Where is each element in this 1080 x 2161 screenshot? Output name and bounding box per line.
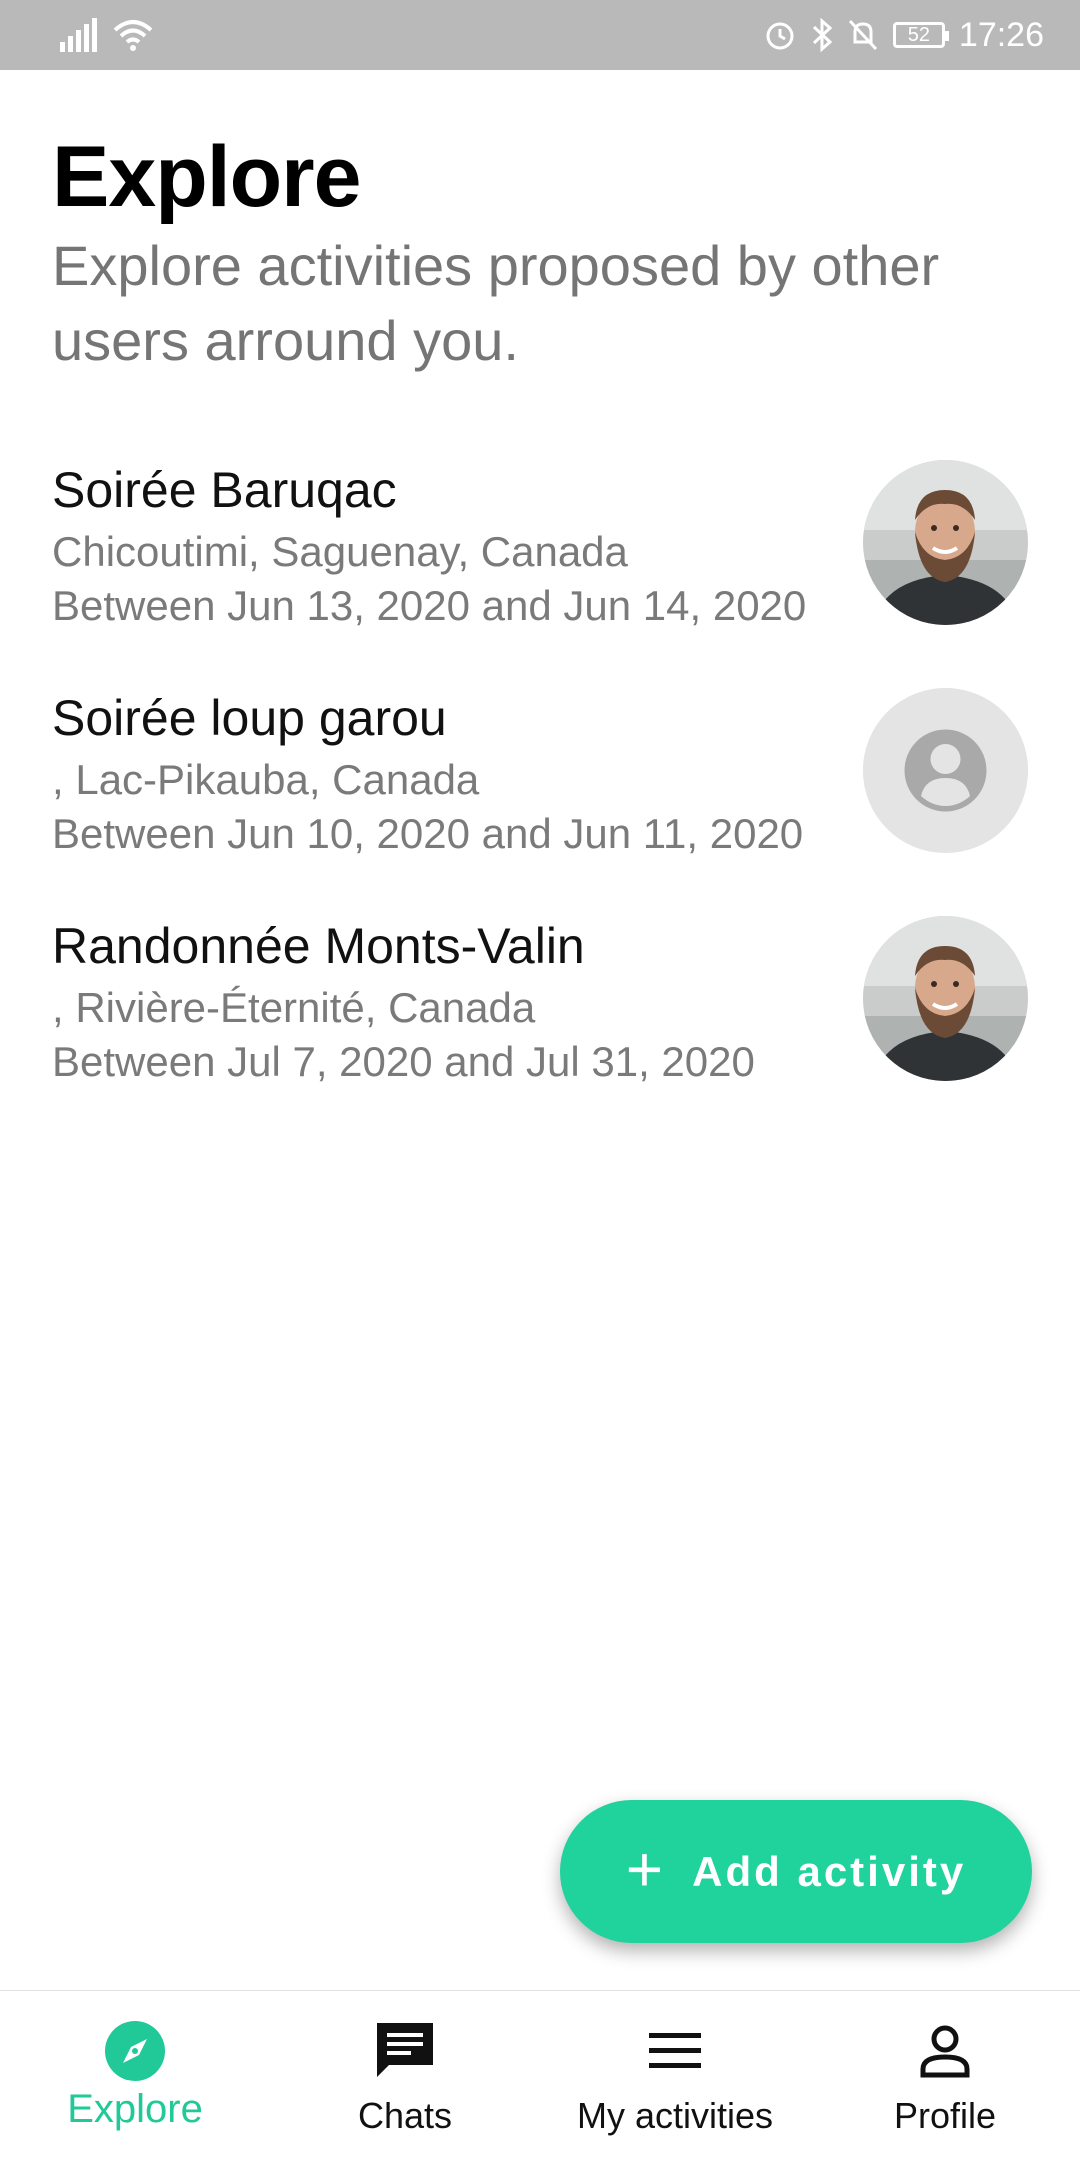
bluetooth-icon	[812, 18, 833, 52]
compass-icon	[105, 2021, 165, 2081]
activity-dates: Between Jun 10, 2020 and Jun 11, 2020	[52, 810, 804, 857]
status-bar: 52 17:26	[0, 0, 1080, 70]
chat-icon	[377, 2023, 433, 2077]
nav-explore[interactable]: Explore	[0, 1991, 270, 2161]
activity-item[interactable]: Soirée Baruqac Chicoutimi, Saguenay, Can…	[0, 455, 1080, 683]
activity-texts: Soirée Baruqac Chicoutimi, Saguenay, Can…	[52, 455, 806, 633]
battery-icon: 52	[892, 22, 949, 48]
nav-label: My activities	[576, 2095, 774, 2136]
nav-my-activities[interactable]: My activities	[540, 1991, 810, 2161]
add-activity-label: Add activity	[692, 1847, 967, 1895]
activity-name: Soirée loup garou	[52, 690, 447, 746]
add-activity-button[interactable]: + Add activity	[560, 1800, 1032, 1943]
activity-list: Soirée Baruqac Chicoutimi, Saguenay, Can…	[0, 455, 1080, 1139]
status-left	[58, 18, 154, 52]
bottom-navigation: Explore Chats My activities Profile	[0, 1990, 1080, 2161]
activity-item[interactable]: Soirée loup garou , Lac-Pikauba, Canada …	[0, 683, 1080, 911]
alarm-icon	[766, 22, 794, 50]
plus-icon: +	[625, 1832, 667, 1905]
person-icon	[920, 2025, 970, 2078]
user-avatar-default[interactable]	[863, 688, 1028, 853]
wifi-icon	[113, 20, 153, 51]
battery-level: 52	[907, 23, 931, 46]
page-subtitle: Explore activities proposed by other use…	[52, 234, 940, 372]
page-title: Explore	[52, 129, 361, 225]
mute-icon	[848, 19, 878, 51]
menu-icon	[649, 2033, 701, 2068]
activity-location: , Lac-Pikauba, Canada	[52, 756, 480, 803]
activity-item[interactable]: Randonnée Monts-Valin , Rivière-Éternité…	[0, 911, 1080, 1139]
activity-dates: Between Jul 7, 2020 and Jul 31, 2020	[52, 1038, 755, 1085]
activity-location: , Rivière-Éternité, Canada	[52, 984, 536, 1031]
activity-dates: Between Jun 13, 2020 and Jun 14, 2020	[52, 582, 807, 629]
activity-texts: Soirée loup garou , Lac-Pikauba, Canada …	[52, 683, 803, 861]
status-right: 52 17:26	[763, 16, 1044, 55]
activity-location: Chicoutimi, Saguenay, Canada	[52, 528, 628, 575]
user-avatar-photo[interactable]	[863, 460, 1028, 625]
nav-label: Explore	[67, 2087, 203, 2131]
nav-label: Chats	[357, 2095, 453, 2136]
nav-profile[interactable]: Profile	[810, 1991, 1080, 2161]
signal-icon	[60, 18, 97, 52]
default-person-icon	[863, 688, 1028, 853]
activity-name: Soirée Baruqac	[52, 462, 397, 518]
nav-chats[interactable]: Chats	[270, 1991, 540, 2161]
activity-name: Randonnée Monts-Valin	[52, 918, 585, 974]
activity-texts: Randonnée Monts-Valin , Rivière-Éternité…	[52, 911, 755, 1089]
user-photo	[863, 460, 1028, 625]
user-avatar-photo[interactable]	[863, 916, 1028, 1081]
user-photo	[863, 916, 1028, 1081]
status-time: 17:26	[958, 15, 1044, 54]
nav-label: Profile	[893, 2095, 997, 2136]
